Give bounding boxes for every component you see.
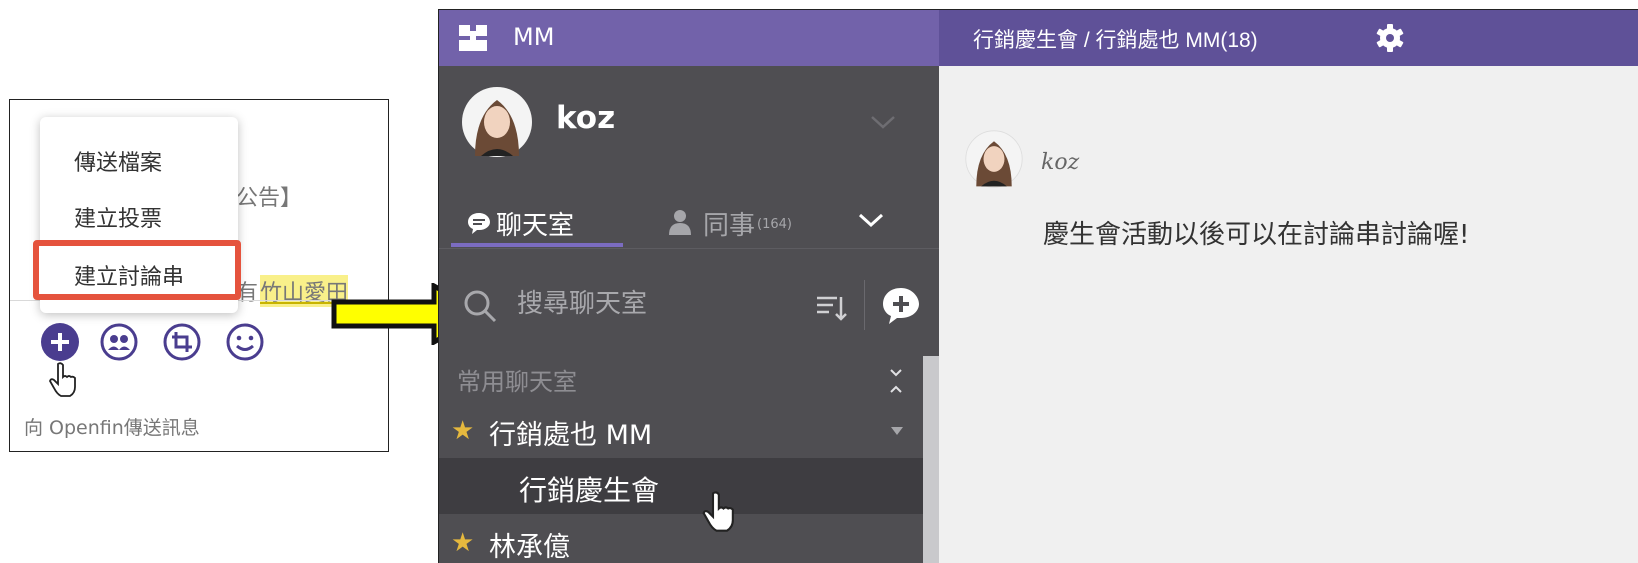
- search-input[interactable]: [517, 280, 767, 328]
- crop-icon[interactable]: [162, 322, 202, 362]
- app-title: MM: [513, 23, 555, 51]
- app-window: MM 行銷慶生會 / 行銷處也 MM(18) koz 聊天室 同事 (164) …: [438, 9, 1638, 563]
- chevron-down-icon[interactable]: [857, 210, 885, 230]
- group-icon[interactable]: [99, 322, 139, 362]
- background-announcement-text: 公告】: [236, 186, 303, 211]
- scrollbar[interactable]: [923, 356, 939, 563]
- divider: [439, 248, 939, 249]
- caret-down-icon[interactable]: [891, 427, 903, 435]
- plus-icon[interactable]: [40, 322, 80, 362]
- sidebar-item-contact[interactable]: ★ 林承億: [439, 514, 923, 563]
- sidebar-item-room-group[interactable]: ★ 行銷處也 MM: [439, 402, 923, 458]
- room-label: 行銷處也 MM: [489, 420, 653, 451]
- tab-colleagues[interactable]: 同事 (164): [669, 193, 829, 247]
- new-chat-icon[interactable]: [881, 286, 921, 326]
- message-input-placeholder[interactable]: 向 Openfin傳送訊息: [24, 413, 200, 440]
- person-icon: [669, 210, 691, 235]
- chat-pane: koz 慶生會活動以後可以在討論串討論喔!: [939, 66, 1638, 563]
- compose-panel: ng 公告】 有 竹山愛田 傳送檔案 建立投票 建立討論串 向 Openfin傳…: [9, 99, 389, 452]
- chevron-down-icon[interactable]: [869, 111, 897, 131]
- message-text: 慶生會活動以後可以在討論串討論喔!: [1043, 220, 1470, 250]
- room-label: 林承億: [489, 532, 570, 563]
- tab-label: 聊天室: [496, 211, 575, 241]
- sidebar: koz 聊天室 同事 (164) 搜尋聊天室 常用聊天室 ★ 行銷處也 MM 行…: [439, 66, 939, 563]
- divider: [864, 280, 865, 330]
- app-logo-icon: [459, 25, 487, 51]
- menu-item-send-file[interactable]: 傳送檔案: [74, 145, 162, 177]
- tab-chat-rooms[interactable]: 聊天室: [451, 193, 623, 247]
- gear-icon[interactable]: [1375, 23, 1405, 53]
- menu-item-create-poll[interactable]: 建立投票: [74, 201, 162, 233]
- star-icon[interactable]: ★: [451, 416, 474, 446]
- message-sender-name: koz: [1041, 150, 1080, 175]
- profile-name: koz: [556, 100, 616, 136]
- star-icon[interactable]: ★: [451, 528, 474, 558]
- sort-icon[interactable]: [815, 291, 847, 323]
- room-label: 行銷慶生會: [519, 474, 660, 507]
- collapse-icon[interactable]: [887, 366, 905, 396]
- search-icon: [464, 290, 497, 323]
- avatar[interactable]: [461, 86, 533, 158]
- emoji-icon[interactable]: [225, 322, 265, 362]
- colleague-count-badge: (164): [757, 217, 792, 232]
- hand-cursor-icon: [49, 362, 76, 397]
- menu-item-create-thread[interactable]: 建立討論串: [74, 259, 184, 291]
- chat-bubble-icon: [468, 213, 490, 234]
- section-title-frequent-rooms: 常用聊天室: [457, 368, 577, 396]
- tab-label: 同事: [703, 211, 756, 241]
- chat-breadcrumb: 行銷慶生會 / 行銷處也 MM(18): [973, 29, 1258, 52]
- avatar[interactable]: [965, 130, 1023, 188]
- sidebar-item-subroom-selected[interactable]: 行銷慶生會: [439, 458, 923, 514]
- active-tab-indicator: [451, 243, 623, 247]
- hand-cursor-icon: [702, 491, 734, 532]
- app-header: MM: [439, 10, 939, 66]
